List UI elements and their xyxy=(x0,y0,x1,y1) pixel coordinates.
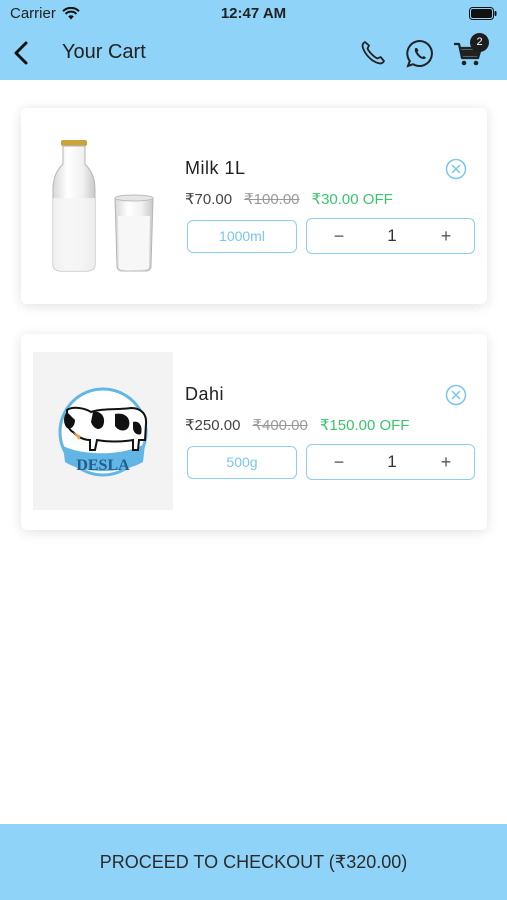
current-price: ₹250.00 xyxy=(185,417,241,434)
whatsapp-icon[interactable] xyxy=(404,38,436,70)
status-bar: Carrier 12:47 AM xyxy=(0,0,507,28)
increase-quantity-button[interactable]: + xyxy=(434,450,458,474)
app-header: Carrier 12:47 AM Your Cart 2 xyxy=(0,0,507,80)
brand-logo-text: DESLA xyxy=(76,457,130,474)
quantity-stepper: − 1 + xyxy=(306,444,475,480)
discount-label: ₹30.00 OFF xyxy=(311,191,393,208)
variant-selector[interactable]: 1000ml xyxy=(187,220,297,253)
product-image xyxy=(52,140,154,272)
original-price: ₹400.00 xyxy=(252,417,308,434)
checkout-bar: PROCEED TO CHECKOUT (₹320.00) xyxy=(0,824,507,900)
quantity-value: 1 xyxy=(387,226,397,245)
proceed-to-checkout-button[interactable]: PROCEED TO CHECKOUT (₹320.00) xyxy=(0,824,507,900)
remove-item-icon[interactable] xyxy=(445,158,467,180)
product-name: Dahi xyxy=(185,384,225,404)
back-arrow-icon[interactable] xyxy=(8,38,36,68)
decrease-quantity-button[interactable]: − xyxy=(327,450,351,474)
decrease-quantity-button[interactable]: − xyxy=(327,224,351,248)
variant-selector[interactable]: 500g xyxy=(187,446,297,479)
quantity-stepper: − 1 + xyxy=(306,218,475,254)
current-price: ₹70.00 xyxy=(185,191,233,208)
nav-bar: Your Cart 2 xyxy=(0,28,507,80)
battery-icon xyxy=(469,7,497,20)
original-price: ₹100.00 xyxy=(244,191,300,208)
product-image: DESLA xyxy=(33,352,173,510)
page-title: Your Cart xyxy=(62,41,146,63)
checkout-total: (₹320.00) xyxy=(328,852,408,872)
checkout-label: PROCEED TO CHECKOUT xyxy=(99,852,324,872)
price-row: ₹250.00 ₹400.00 ₹150.00 OFF xyxy=(185,416,409,434)
phone-icon[interactable] xyxy=(358,38,388,68)
cart-count-badge: 2 xyxy=(470,33,489,52)
product-name: Milk 1L xyxy=(185,158,246,178)
increase-quantity-button[interactable]: + xyxy=(434,224,458,248)
remove-item-icon[interactable] xyxy=(445,384,467,406)
discount-label: ₹150.00 OFF xyxy=(319,417,410,434)
cart-item: Milk 1L ₹70.00 ₹100.00 ₹30.00 OFF 1000ml −… xyxy=(21,108,487,304)
status-time: 12:47 AM xyxy=(220,5,287,22)
price-row: ₹70.00 ₹100.00 ₹30.00 OFF xyxy=(185,190,393,208)
quantity-value: 1 xyxy=(387,452,397,471)
cart-item: DESLA Dahi ₹250.00 ₹400.00 ₹150.00 OFF 500… xyxy=(21,334,487,530)
